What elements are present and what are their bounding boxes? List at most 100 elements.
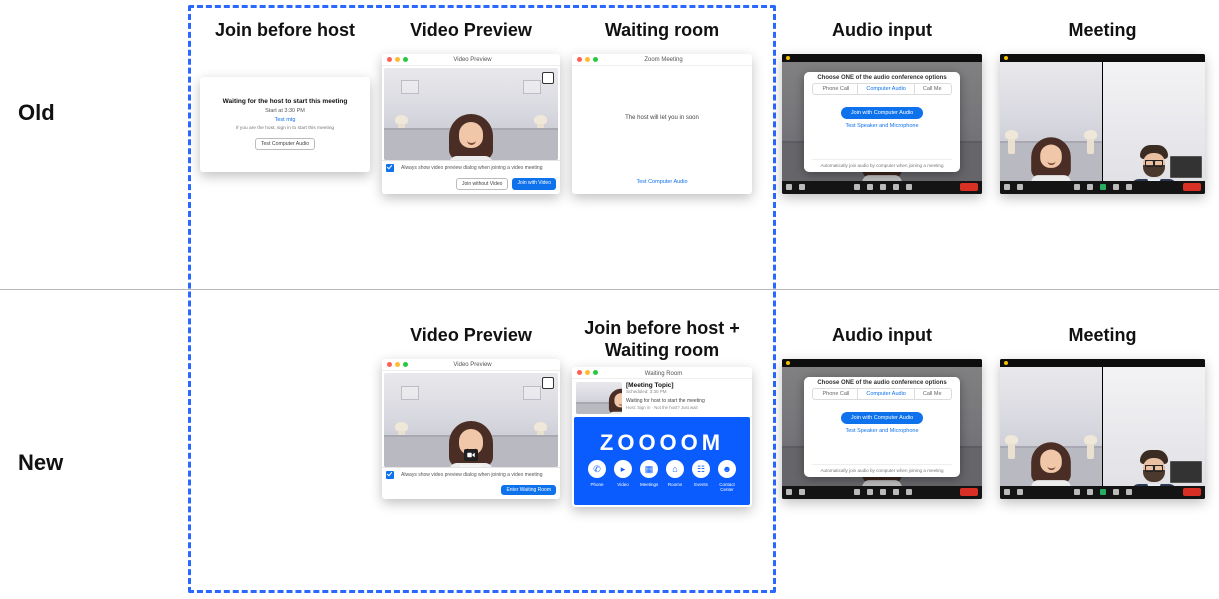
meeting-toolbar[interactable] <box>782 181 982 194</box>
minimize-dot <box>395 57 400 62</box>
meeting-toolbar[interactable] <box>1000 181 1205 194</box>
always-show-checkbox[interactable] <box>386 164 394 172</box>
video-icon: ▸ <box>614 460 632 478</box>
window-title: Video Preview <box>413 360 532 368</box>
col-title: Meeting <box>1000 20 1205 42</box>
logo-text: ZOOOOM <box>578 430 746 456</box>
cell-old-audio-input: Audio input Choose ONE of the audio conf… <box>782 20 982 194</box>
audio-tabs[interactable]: Phone Call Computer Audio Call Me <box>812 388 952 400</box>
tab-callme[interactable]: Call Me <box>914 389 950 399</box>
tab-callme[interactable]: Call Me <box>914 84 950 94</box>
window-title: Zoom Meeting <box>603 55 724 63</box>
leave-button[interactable] <box>1183 183 1201 191</box>
mac-window-controls[interactable] <box>572 367 603 378</box>
waiting-message: The host will let you in soon <box>625 115 699 121</box>
always-show-checkbox[interactable] <box>386 471 394 479</box>
tab-computer[interactable]: Computer Audio <box>857 84 913 94</box>
record-icon <box>893 184 899 190</box>
auto-join-note: Automatically join audio by computer whe… <box>812 464 952 473</box>
shield-icon <box>1004 361 1008 365</box>
share-screen-icon <box>1100 184 1106 190</box>
cell-new-audio-input: Audio input Choose ONE of the audio conf… <box>782 325 982 499</box>
mic-icon <box>786 184 792 190</box>
cell-old-waiting-room: Waiting room Zoom Meeting The host will … <box>572 20 752 194</box>
phone-icon: ✆ <box>588 460 606 478</box>
self-view[interactable] <box>1170 461 1202 483</box>
join-without-video-button[interactable]: Join without Video <box>456 178 509 190</box>
enter-waiting-room-button[interactable]: Enter Waiting Room <box>501 485 556 495</box>
participants-icon <box>854 184 860 190</box>
audio-modal: Choose ONE of the audio conference optio… <box>804 377 960 477</box>
meeting-toolbar[interactable] <box>782 486 982 499</box>
tab-phone[interactable]: Phone Call <box>814 84 857 94</box>
events-icon: ☷ <box>692 460 710 478</box>
meetings-icon: ▦ <box>640 460 658 478</box>
auto-join-note: Automatically join audio by computer whe… <box>812 159 952 168</box>
col-title: Join before host <box>200 20 370 42</box>
mac-window-controls[interactable] <box>572 54 603 65</box>
modal-title: Choose ONE of the audio conference optio… <box>804 72 960 83</box>
join-with-video-button[interactable]: Join with Video <box>512 178 556 190</box>
col-title: Video Preview <box>382 20 560 42</box>
leave-button[interactable] <box>960 488 978 496</box>
leave-button[interactable] <box>960 183 978 191</box>
expand-icon[interactable] <box>542 72 554 84</box>
cell-old-meeting: Meeting <box>1000 20 1205 194</box>
always-show-label: Always show video preview dialog when jo… <box>401 472 556 478</box>
test-mtg-link[interactable]: Test mtg <box>275 117 296 123</box>
person-illustration <box>449 114 493 160</box>
row-label-new: New <box>18 450 63 476</box>
test-speaker-mic-link[interactable]: Test Speaker and Microphone <box>845 123 918 129</box>
share-screen-icon <box>1100 489 1106 495</box>
meeting-sub: Scheduled: 3:30 PM <box>626 389 748 394</box>
leave-button[interactable] <box>1183 488 1201 496</box>
zoom-dot <box>403 57 408 62</box>
contact-icon: ☻ <box>718 460 736 478</box>
col-title: Video Preview <box>382 325 560 347</box>
window-title: Video Preview <box>413 55 532 63</box>
cell-new-combined: Join before host + Waiting room Waiting … <box>572 318 752 507</box>
video-icon <box>799 184 805 190</box>
background-label: Background <box>460 463 481 467</box>
modal-title: Choose ONE of the audio conference optio… <box>804 377 960 388</box>
cell-old-video-preview: Video Preview Video Preview <box>382 20 560 194</box>
audio-modal: Choose ONE of the audio conference optio… <box>804 72 960 172</box>
mac-window-controls[interactable] <box>382 54 413 65</box>
col-title: Audio input <box>782 325 982 347</box>
meeting-topic: [Meeting Topic] <box>626 382 748 389</box>
tab-computer[interactable]: Computer Audio <box>857 389 913 399</box>
share-icon <box>880 184 886 190</box>
mac-window-controls[interactable] <box>382 359 413 370</box>
col-title: Audio input <box>782 20 982 42</box>
self-view[interactable] <box>1170 156 1202 178</box>
shield-icon <box>786 361 790 365</box>
branding-panel: ZOOOOM ✆ ▸ ▦ ⌂ ☷ ☻ Phone Video Meetings … <box>574 417 750 505</box>
rooms-icon: ⌂ <box>666 460 684 478</box>
waiting-text: Waiting for the host to start this meeti… <box>223 98 348 105</box>
cell-new-video-preview: Video Preview Video Preview Backgroun <box>382 325 560 499</box>
background-button[interactable] <box>464 449 478 461</box>
waiting-msg: Waiting for host to start the meeting <box>626 398 748 404</box>
waiting-hint: Host: Sign in · Not the host? Just wait <box>626 405 748 410</box>
test-audio-button[interactable]: Test Computer Audio <box>255 138 315 150</box>
meeting-toolbar[interactable] <box>1000 486 1205 499</box>
start-time: Start at 3:30 PM <box>265 108 305 114</box>
close-dot <box>387 57 392 62</box>
row-label-old: Old <box>18 100 55 126</box>
window-title: Waiting Room <box>603 369 724 377</box>
expand-icon[interactable] <box>542 377 554 389</box>
test-audio-link[interactable]: Test Computer Audio <box>636 179 687 185</box>
chat-icon <box>867 184 873 190</box>
shield-icon <box>1004 56 1008 60</box>
cell-new-meeting: Meeting <box>1000 325 1205 499</box>
test-speaker-mic-link[interactable]: Test Speaker and Microphone <box>845 428 918 434</box>
reactions-icon <box>906 184 912 190</box>
tab-phone[interactable]: Phone Call <box>814 389 857 399</box>
shield-icon <box>786 56 790 60</box>
audio-tabs[interactable]: Phone Call Computer Audio Call Me <box>812 83 952 95</box>
join-computer-audio-button[interactable]: Join with Computer Audio <box>841 107 923 119</box>
cell-old-join-before-host: Join before host Waiting for the host to… <box>200 20 370 172</box>
join-computer-audio-button[interactable]: Join with Computer Audio <box>841 412 923 424</box>
comparison-diagram: Old New Join before host Waiting for the… <box>0 0 1219 599</box>
host-note: If you are the host, sign in to start th… <box>236 126 334 131</box>
